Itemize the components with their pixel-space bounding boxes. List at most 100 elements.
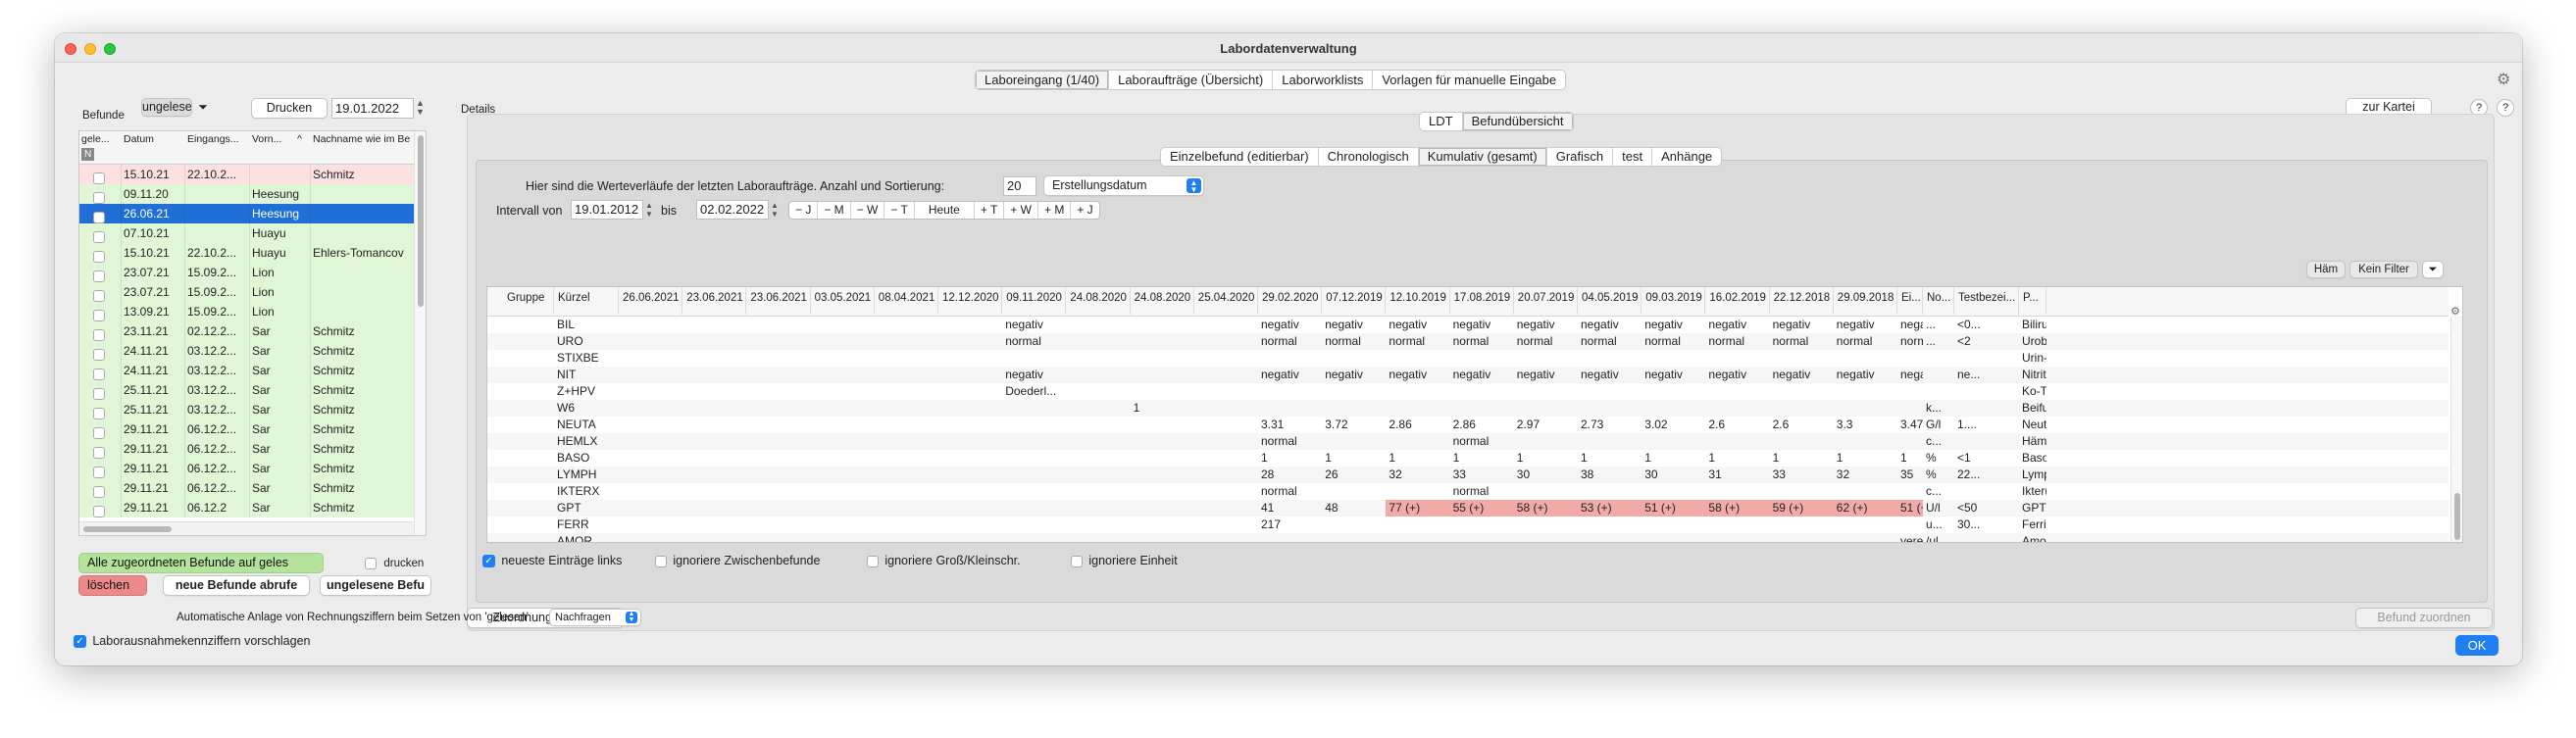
- kein-filter-button[interactable]: Kein Filter: [2349, 261, 2418, 278]
- grid-col-header[interactable]: P...: [2019, 287, 2046, 315]
- step-minus-day[interactable]: − T: [884, 202, 915, 219]
- grid-col-header[interactable]: 04.05.2019: [1578, 287, 1642, 315]
- opt-ign-zw-checkbox[interactable]: [655, 555, 667, 567]
- grid-col-header[interactable]: 03.05.2021: [811, 287, 875, 315]
- list-item[interactable]: 24.11.21 03.12.2... Sar Schmitz: [79, 341, 414, 361]
- grid-col-header[interactable]: Kürzel: [554, 287, 619, 315]
- mark-all-read-button[interactable]: Alle zugeordneten Befunde auf geles: [78, 553, 324, 573]
- list-item[interactable]: 23.07.21 15.09.2... Lion: [79, 282, 414, 302]
- opt-newest-checkbox[interactable]: ✓: [482, 555, 495, 568]
- date-field[interactable]: 19.01.2022: [331, 98, 414, 119]
- grid-col-header[interactable]: 29.02.2020: [1258, 287, 1323, 315]
- list-item[interactable]: 29.11.21 06.12.2... Sar Schmitz: [79, 459, 414, 478]
- tab-laborworklists[interactable]: Laborworklists: [1273, 71, 1374, 89]
- grid-col-header[interactable]: 24.08.2020: [1131, 287, 1194, 315]
- list-item[interactable]: 23.11.21 02.12.2... Sar Schmitz: [79, 321, 414, 341]
- tab-vorlagen[interactable]: Vorlagen für manuelle Eingabe: [1373, 71, 1565, 89]
- list-item[interactable]: 29.11.21 06.12.2... Sar Schmitz: [79, 439, 414, 459]
- ausnahme-checkbox[interactable]: ✓: [74, 635, 86, 649]
- list-item[interactable]: 29.11.21 06.12.2... Sar Schmitz: [79, 419, 414, 439]
- filter-unread-popup[interactable]: ungelesen: [141, 98, 192, 117]
- tab-labor-auftraege[interactable]: Laboraufträge (Übersicht): [1109, 71, 1274, 89]
- list-item[interactable]: 29.11.21 06.12.2 Sar Schmitz: [79, 498, 414, 517]
- grid-col-header[interactable]: No...: [1923, 287, 1954, 315]
- tab-anhaenge[interactable]: Anhänge: [1652, 148, 1721, 166]
- grid-col-header[interactable]: 12.12.2020: [938, 287, 1003, 315]
- step-plus-year[interactable]: + J: [1071, 202, 1098, 219]
- haem-filter-button[interactable]: Häm: [2306, 261, 2346, 278]
- tab-einzelbefund[interactable]: Einzelbefund (editierbar): [1161, 148, 1319, 166]
- grid-col-header[interactable]: 24.08.2020: [1066, 287, 1131, 315]
- filter-icon-right[interactable]: ⏷: [2422, 261, 2444, 278]
- list-item[interactable]: 24.11.21 03.12.2... Sar Schmitz: [79, 361, 414, 380]
- step-minus-week[interactable]: − W: [851, 202, 885, 219]
- col-vorname[interactable]: Vorn...: [252, 133, 281, 145]
- step-plus-month[interactable]: + M: [1038, 202, 1072, 219]
- gear-icon[interactable]: ⚙: [2497, 70, 2510, 89]
- grid-row[interactable]: GPT 41 48 77 (+) 55 (+) 58 (+) 53 (+) 51 (+) 58 …: [487, 500, 2449, 517]
- grid-row[interactable]: HEMLX normal normal c... Hämolyse: [487, 433, 2449, 450]
- from-stepper[interactable]: ▲ ▼: [645, 201, 653, 219]
- drucken-checkbox[interactable]: [365, 557, 377, 569]
- opt-ign-einheit-checkbox[interactable]: [1071, 555, 1083, 567]
- col-datum[interactable]: Datum: [124, 133, 154, 145]
- grid-col-header[interactable]: 29.09.2018: [1834, 287, 1897, 315]
- grid-row[interactable]: LYMPH 28 26 32 33 30 38 30 31 33 32 35% 22... Lympho.…: [487, 467, 2449, 483]
- list-item[interactable]: 23.07.21 15.09.2... Lion: [79, 263, 414, 282]
- tab-grafisch[interactable]: Grafisch: [1547, 148, 1614, 166]
- step-minus-month[interactable]: − M: [818, 202, 851, 219]
- grid-row[interactable]: Z+HPV Doederl... Ko-Test: [487, 383, 2449, 400]
- grid-col-header[interactable]: 23.06.2021: [682, 287, 747, 315]
- col-nachname[interactable]: Nachname wie im Be: [313, 133, 414, 145]
- unread-button[interactable]: ungelesene Befu: [320, 575, 431, 596]
- grid-row[interactable]: BASO 1 1 1 1 1 1 1 1 1 1 1% <1 Basophile: [487, 450, 2449, 467]
- opt-ign-gk-checkbox[interactable]: [867, 555, 879, 567]
- grid-col-header[interactable]: 12.10.2019: [1386, 287, 1450, 315]
- grid-col-header[interactable]: Testbezei...: [1954, 287, 2019, 315]
- grid-col-header[interactable]: 07.12.2019: [1322, 287, 1387, 315]
- tab-laboreingang[interactable]: Laboreingang (1/40): [976, 71, 1110, 89]
- list-item[interactable]: 15.10.21 22.10.2... Schmitz: [79, 165, 414, 184]
- print-button[interactable]: Drucken: [251, 98, 328, 119]
- grid-col-header[interactable]: 25.04.2020: [1194, 287, 1258, 315]
- help-icon-2[interactable]: ?: [2497, 99, 2514, 117]
- col-gelesen[interactable]: gele...: [81, 133, 110, 145]
- grid-row[interactable]: NEUTA 3.31 3.72 2.86 2.86 2.97 2.73 3.02 2.6 2.6 3…: [487, 417, 2449, 433]
- grid-col-header[interactable]: 08.04.2021: [875, 287, 938, 315]
- tab-befunduebersicht[interactable]: Befundübersicht: [1462, 113, 1573, 130]
- list-hscrollbar[interactable]: [79, 521, 414, 535]
- list-item[interactable]: 25.11.21 03.12.2... Sar Schmitz: [79, 400, 414, 419]
- grid-col-header[interactable]: Gruppe: [491, 287, 554, 315]
- grid-row[interactable]: AMOR vereinzelt/ul Amorph...: [487, 533, 2449, 542]
- grid-col-header[interactable]: Ei...: [1897, 287, 1923, 315]
- gelesen-checkbox[interactable]: [93, 501, 105, 520]
- tab-chronologisch[interactable]: Chronologisch: [1319, 148, 1419, 166]
- grid-scrollbar[interactable]: [2450, 317, 2462, 542]
- grid-row[interactable]: BIL negativ negativ negativ negativ negativ ne…: [487, 317, 2449, 333]
- list-item[interactable]: 26.06.21 Heesung: [79, 204, 414, 223]
- befund-zuordnen-button[interactable]: Befund zuordnen: [2355, 608, 2493, 628]
- grid-col-header[interactable]: 09.03.2019: [1642, 287, 1706, 315]
- tab-ldt[interactable]: LDT: [1420, 113, 1463, 130]
- n-flag[interactable]: N: [81, 148, 95, 161]
- filter-icon[interactable]: ⏷: [194, 100, 212, 116]
- tab-test[interactable]: test: [1613, 148, 1653, 166]
- grid-row[interactable]: W6 1 k... Beifuss: [487, 400, 2449, 417]
- grid-row[interactable]: NIT negativ negativ negativ negativ negativ ne…: [487, 367, 2449, 383]
- list-item[interactable]: 25.11.21 03.12.2... Sar Schmitz: [79, 380, 414, 400]
- grid-col-header[interactable]: 22.12.2018: [1770, 287, 1834, 315]
- grid-row[interactable]: STIXBE Urin-Te...: [487, 350, 2449, 367]
- tab-kumulativ[interactable]: Kumulativ (gesamt): [1418, 148, 1547, 166]
- interval-from-field[interactable]: 19.01.2012: [571, 200, 643, 220]
- grid-col-header[interactable]: 20.07.2019: [1514, 287, 1578, 315]
- list-scrollbar[interactable]: [414, 131, 426, 535]
- grid-col-header[interactable]: 17.08.2019: [1450, 287, 1514, 315]
- grid-row[interactable]: FERR 217 u... 30... Ferritin: [487, 517, 2449, 533]
- sort-select[interactable]: Erstellungsdatum ▲ ▼: [1043, 175, 1204, 196]
- step-today[interactable]: Heute: [915, 202, 975, 219]
- count-field[interactable]: 20: [1003, 176, 1036, 196]
- list-item[interactable]: 29.11.21 06.12.2... Sar Schmitz: [79, 478, 414, 498]
- list-item[interactable]: 15.10.21 22.10.2... Huayu Ehlers-Tomancov: [79, 243, 414, 263]
- nachfragen-select[interactable]: Nachfragen ▲ ▼: [549, 609, 641, 626]
- list-item[interactable]: 09.11.20 Heesung: [79, 184, 414, 204]
